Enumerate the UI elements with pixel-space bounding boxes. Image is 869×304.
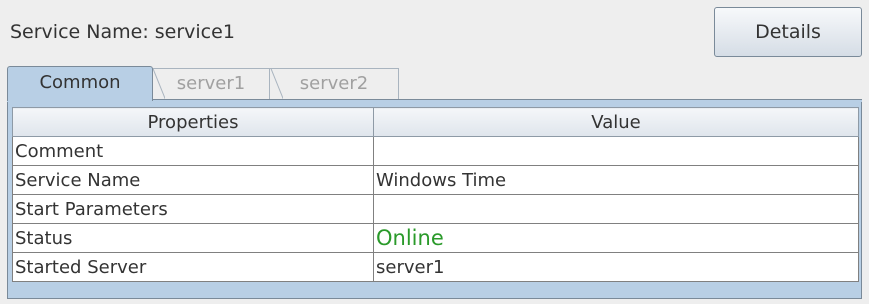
value-cell [373,136,859,166]
tab-common[interactable]: Common [7,66,153,101]
table-row[interactable]: Started Server server1 [12,252,859,282]
table-row[interactable]: Status Online [12,223,859,253]
property-cell: Started Server [12,252,374,282]
table-row[interactable]: Start Parameters [12,194,859,224]
service-properties-window: Service Name: service1 Details Common se… [0,0,869,304]
property-cell: Comment [12,136,374,166]
status-value-cell: Online [373,223,859,253]
tab-server1[interactable]: server1 [151,68,271,100]
value-cell: Windows Time [373,165,859,195]
value-cell: server1 [373,252,859,282]
table-row[interactable]: Comment [12,136,859,166]
tab-bar: Common server1 server2 [7,66,862,102]
property-cell: Status [12,223,374,253]
tab-server2-label: server2 [299,73,369,94]
details-button[interactable]: Details [714,7,862,57]
tab-common-label: Common [39,72,121,93]
tab-divider [151,69,165,100]
property-cell: Service Name [12,165,374,195]
properties-table: Properties Value Comment Service Name Wi… [12,107,859,282]
tab-server1-label: server1 [176,73,246,94]
tab-content-panel: Properties Value Comment Service Name Wi… [7,101,862,299]
column-header-value[interactable]: Value [373,107,859,137]
table-row[interactable]: Service Name Windows Time [12,165,859,195]
tab-server2[interactable]: server2 [269,68,399,100]
column-header-properties[interactable]: Properties [12,107,374,137]
tab-divider [269,69,283,100]
service-name-label: Service Name: service1 [10,21,235,43]
table-header-row: Properties Value [12,107,859,137]
value-cell [373,194,859,224]
property-cell: Start Parameters [12,194,374,224]
